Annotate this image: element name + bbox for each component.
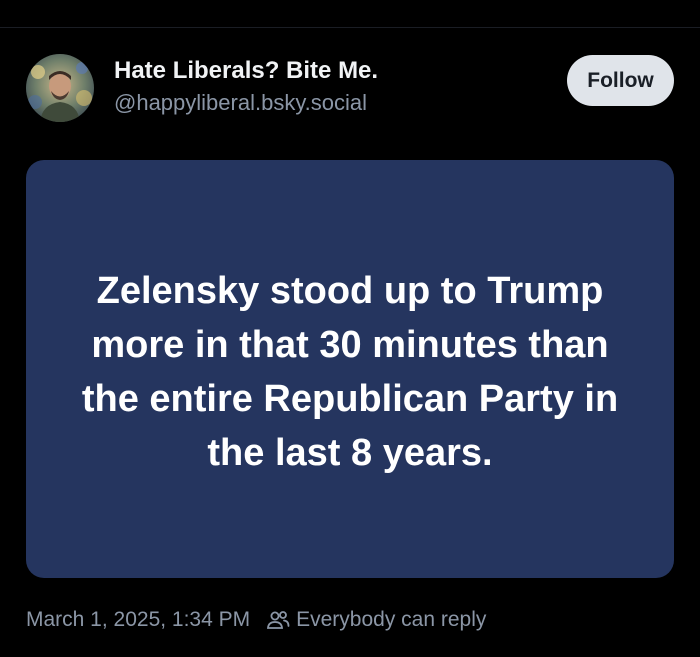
people-icon <box>266 609 290 631</box>
post-image[interactable]: Zelensky stood up to Trump more in that … <box>26 160 674 578</box>
post-meta: March 1, 2025, 1:34 PM Everybody can rep… <box>26 605 486 635</box>
author-handle[interactable]: @happyliberal.bsky.social <box>114 90 367 116</box>
reply-setting[interactable]: Everybody can reply <box>266 608 486 632</box>
follow-button[interactable]: Follow <box>567 55 674 106</box>
avatar[interactable] <box>26 54 94 122</box>
post-view: Hate Liberals? Bite Me. @happyliberal.bs… <box>0 0 700 657</box>
author-display-name[interactable]: Hate Liberals? Bite Me. <box>114 57 378 85</box>
post-timestamp[interactable]: March 1, 2025, 1:34 PM <box>26 608 250 632</box>
reply-setting-label: Everybody can reply <box>296 608 487 631</box>
divider <box>0 27 700 28</box>
avatar-image <box>26 54 94 122</box>
post-image-text: Zelensky stood up to Trump more in that … <box>81 270 619 474</box>
